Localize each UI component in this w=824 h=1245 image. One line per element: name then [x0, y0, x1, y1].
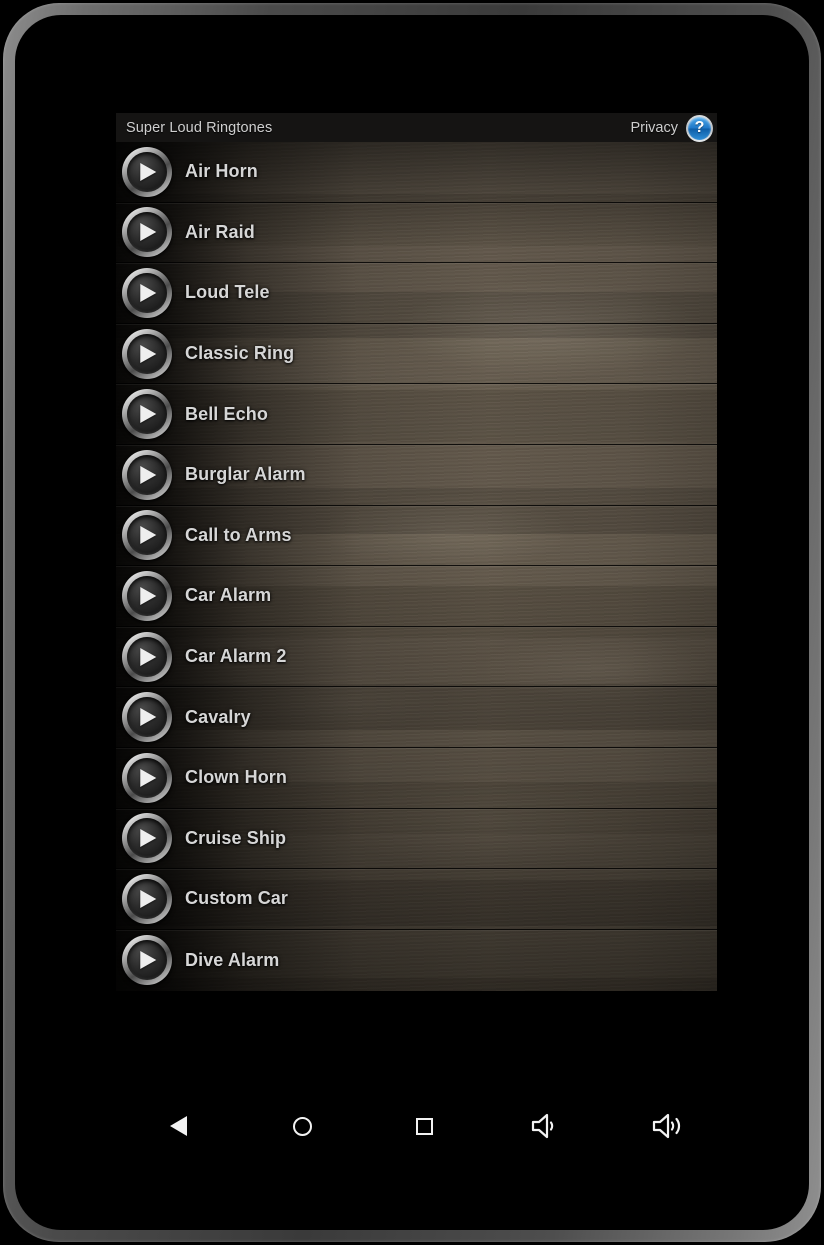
- ringtone-label: Dive Alarm: [185, 949, 280, 970]
- play-icon[interactable]: [122, 570, 172, 621]
- play-triangle-icon: [140, 526, 157, 545]
- list-item[interactable]: Cavalry: [116, 687, 717, 748]
- android-nav-bar: [27, 1090, 821, 1162]
- ringtone-label: Burglar Alarm: [185, 464, 306, 485]
- play-icon[interactable]: [122, 935, 172, 986]
- play-icon[interactable]: [122, 207, 172, 258]
- play-triangle-icon: [140, 344, 157, 363]
- title-bar-actions: Privacy ?: [630, 114, 713, 142]
- ringtone-label: Custom Car: [185, 888, 289, 909]
- ringtone-rows: Air Horn Air Raid Loud Tele Classic Ring: [116, 142, 717, 990]
- play-triangle-icon: [140, 889, 157, 908]
- ringtone-label: Bell Echo: [185, 403, 268, 424]
- play-triangle-icon: [140, 768, 157, 787]
- list-item[interactable]: Loud Tele: [116, 263, 717, 324]
- ringtone-label: Air Horn: [185, 161, 258, 182]
- volume-down-icon[interactable]: [524, 1104, 568, 1148]
- play-icon[interactable]: [122, 146, 172, 197]
- play-icon[interactable]: [122, 631, 172, 682]
- ringtone-label: Car Alarm: [185, 585, 272, 606]
- device-frame: Super Loud Ringtones Privacy ? Air Horn: [3, 3, 821, 1242]
- ringtone-label: Clown Horn: [185, 767, 287, 788]
- play-icon[interactable]: [122, 389, 172, 440]
- play-icon[interactable]: [122, 813, 172, 864]
- play-triangle-icon: [140, 223, 157, 242]
- ringtone-label: Air Raid: [185, 221, 255, 242]
- privacy-link[interactable]: Privacy: [630, 120, 678, 136]
- ringtone-label: Classic Ring: [185, 343, 295, 364]
- list-item[interactable]: Dive Alarm: [116, 930, 717, 991]
- device-screen: Super Loud Ringtones Privacy ? Air Horn: [15, 15, 809, 1230]
- list-item[interactable]: Classic Ring: [116, 324, 717, 385]
- play-icon[interactable]: [122, 510, 172, 561]
- play-triangle-icon: [140, 586, 157, 605]
- list-item[interactable]: Clown Horn: [116, 748, 717, 809]
- list-item[interactable]: Air Horn: [116, 142, 717, 203]
- recents-square-icon[interactable]: [402, 1104, 446, 1148]
- back-triangle-icon[interactable]: [158, 1104, 202, 1148]
- help-question-icon[interactable]: ?: [686, 114, 713, 142]
- list-item[interactable]: Burglar Alarm: [116, 445, 717, 506]
- app-title-bar: Super Loud Ringtones Privacy ?: [116, 113, 717, 142]
- ringtone-label: Car Alarm 2: [185, 646, 287, 667]
- list-item[interactable]: Cruise Ship: [116, 809, 717, 870]
- list-item[interactable]: Bell Echo: [116, 384, 717, 445]
- list-item[interactable]: Call to Arms: [116, 506, 717, 567]
- play-triangle-icon: [140, 162, 157, 181]
- list-item[interactable]: Car Alarm 2: [116, 627, 717, 688]
- play-icon[interactable]: [122, 267, 172, 318]
- list-item[interactable]: Air Raid: [116, 203, 717, 264]
- play-triangle-icon: [140, 465, 157, 484]
- volume-up-icon[interactable]: [646, 1104, 690, 1148]
- ringtone-label: Loud Tele: [185, 282, 270, 303]
- list-item[interactable]: Custom Car: [116, 869, 717, 930]
- play-icon[interactable]: [122, 449, 172, 500]
- play-triangle-icon: [140, 647, 157, 666]
- play-triangle-icon: [140, 829, 157, 848]
- ringtone-list: Air Horn Air Raid Loud Tele Classic Ring: [116, 142, 717, 991]
- play-triangle-icon: [140, 951, 157, 970]
- play-icon[interactable]: [122, 328, 172, 379]
- app-window: Super Loud Ringtones Privacy ? Air Horn: [116, 113, 717, 991]
- page-title: Super Loud Ringtones: [126, 119, 273, 136]
- play-icon[interactable]: [122, 752, 172, 803]
- play-triangle-icon: [140, 405, 157, 424]
- help-glyph: ?: [694, 119, 705, 136]
- play-icon[interactable]: [122, 692, 172, 743]
- ringtone-label: Cavalry: [185, 706, 251, 727]
- list-item[interactable]: Car Alarm: [116, 566, 717, 627]
- ringtone-label: Call to Arms: [185, 524, 292, 545]
- play-icon[interactable]: [122, 873, 172, 924]
- ringtone-label: Cruise Ship: [185, 827, 287, 848]
- play-triangle-icon: [140, 283, 157, 302]
- home-circle-icon[interactable]: [280, 1104, 324, 1148]
- play-triangle-icon: [140, 708, 157, 727]
